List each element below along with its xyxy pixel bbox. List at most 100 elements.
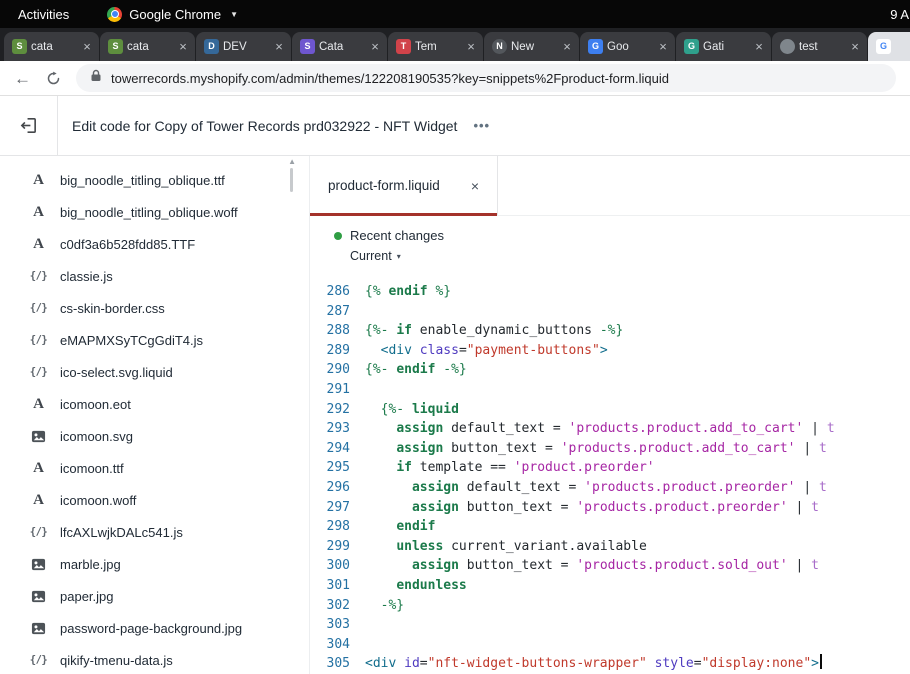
- file-item[interactable]: Aicomoon.woff: [0, 484, 309, 516]
- activities-button[interactable]: Activities: [0, 0, 87, 28]
- file-name: password-page-background.jpg: [60, 621, 242, 636]
- code-line[interactable]: 291: [310, 380, 910, 400]
- file-item[interactable]: Abig_noodle_titling_oblique.ttf: [0, 164, 309, 196]
- file-item[interactable]: {/}eMAPMXSyTCgGdiT4.js: [0, 324, 309, 356]
- code-text: if template == 'product.preorder': [350, 458, 655, 478]
- code-line[interactable]: 297 assign button_text = 'products.produ…: [310, 498, 910, 518]
- browser-tab[interactable]: GGati×: [676, 32, 771, 61]
- code-text: assign button_text = 'products.product.p…: [350, 498, 819, 518]
- tab-close-icon[interactable]: ×: [752, 39, 766, 54]
- code-line[interactable]: 292 {%- liquid: [310, 400, 910, 420]
- code-text: endif: [350, 517, 435, 537]
- system-bar: Activities Google Chrome ▼ 9 A: [0, 0, 910, 28]
- line-number: 287: [310, 302, 350, 322]
- file-item[interactable]: {/}qikify-tmenu-data.js: [0, 644, 309, 674]
- exit-code-editor-button[interactable]: [0, 96, 58, 155]
- code-line[interactable]: 299 unless current_variant.available: [310, 537, 910, 557]
- browser-tab[interactable]: Scata×: [100, 32, 195, 61]
- file-item[interactable]: Aicomoon.ttf: [0, 452, 309, 484]
- code-line[interactable]: 290{%- endif -%}: [310, 360, 910, 380]
- scroll-up-icon[interactable]: ▲: [288, 157, 296, 166]
- code-line[interactable]: 303: [310, 615, 910, 635]
- tab-close-icon[interactable]: ×: [368, 39, 382, 54]
- browser-tab[interactable]: Scata×: [4, 32, 99, 61]
- code-text: assign default_text = 'products.product.…: [350, 419, 835, 439]
- code-line[interactable]: 287: [310, 302, 910, 322]
- file-item[interactable]: password-page-background.jpg: [0, 612, 309, 644]
- address-bar[interactable]: towerrecords.myshopify.com/admin/themes/…: [76, 64, 896, 92]
- open-files-bar: product-form.liquid ×: [310, 156, 910, 216]
- reload-button[interactable]: [46, 71, 61, 86]
- file-item[interactable]: icomoon.svg: [0, 420, 309, 452]
- reload-icon: [46, 71, 61, 86]
- gatsby-favicon: G: [684, 39, 699, 54]
- file-name: marble.jpg: [60, 557, 121, 572]
- file-item[interactable]: paper.jpg: [0, 580, 309, 612]
- file-item[interactable]: {/}lfcAXLwjkDALc541.js: [0, 516, 309, 548]
- file-name: icomoon.svg: [60, 429, 133, 444]
- code-editor[interactable]: 286{% endif %}287288{%- if enable_dynami…: [310, 282, 910, 674]
- font-file-icon: A: [30, 172, 47, 189]
- file-item[interactable]: {/}classie.js: [0, 260, 309, 292]
- browser-tab[interactable]: G: [868, 32, 910, 61]
- browser-tab[interactable]: NNew×: [484, 32, 579, 61]
- code-line[interactable]: 301 endunless: [310, 576, 910, 596]
- close-tab-icon[interactable]: ×: [463, 178, 479, 194]
- file-item[interactable]: marble.jpg: [0, 548, 309, 580]
- file-name: icomoon.woff: [60, 493, 136, 508]
- code-text: assign default_text = 'products.product.…: [350, 478, 827, 498]
- file-name: big_noodle_titling_oblique.ttf: [60, 173, 225, 188]
- file-item[interactable]: Abig_noodle_titling_oblique.woff: [0, 196, 309, 228]
- caret-down-icon: ▾: [397, 252, 401, 261]
- line-number: 300: [310, 556, 350, 576]
- tab-title: test: [799, 41, 844, 53]
- code-line[interactable]: 296 assign default_text = 'products.prod…: [310, 478, 910, 498]
- code-line[interactable]: 286{% endif %}: [310, 282, 910, 302]
- code-line[interactable]: 289 <div class="payment-buttons">: [310, 341, 910, 361]
- tab-close-icon[interactable]: ×: [272, 39, 286, 54]
- back-button[interactable]: ←: [14, 70, 31, 87]
- code-text: assign button_text = 'products.product.a…: [350, 439, 827, 459]
- lock-icon: [90, 69, 102, 87]
- code-line[interactable]: 298 endif: [310, 517, 910, 537]
- tab-close-icon[interactable]: ×: [656, 39, 670, 54]
- active-app-indicator[interactable]: Google Chrome ▼: [107, 7, 238, 22]
- browser-page-favicon: N: [492, 39, 507, 54]
- tab-close-icon[interactable]: ×: [848, 39, 862, 54]
- recent-changes: Recent changes: [334, 228, 910, 243]
- tab-close-icon[interactable]: ×: [464, 39, 478, 54]
- code-line[interactable]: 293 assign default_text = 'products.prod…: [310, 419, 910, 439]
- file-name: qikify-tmenu-data.js: [60, 653, 173, 668]
- browser-toolbar: ← towerrecords.myshopify.com/admin/theme…: [0, 61, 910, 96]
- browser-tab[interactable]: test ×: [772, 32, 867, 61]
- code-line[interactable]: 294 assign button_text = 'products.produ…: [310, 439, 910, 459]
- code-line[interactable]: 295 if template == 'product.preorder': [310, 458, 910, 478]
- tab-close-icon[interactable]: ×: [560, 39, 574, 54]
- code-file-icon: {/}: [30, 334, 47, 346]
- tab-close-icon[interactable]: ×: [80, 39, 94, 54]
- file-item[interactable]: Ac0df3a6b528fdd85.TTF: [0, 228, 309, 260]
- file-tab-product-form[interactable]: product-form.liquid ×: [310, 156, 498, 215]
- code-text: {%- liquid: [350, 400, 459, 420]
- browser-tab[interactable]: SCata×: [292, 32, 387, 61]
- browser-tab[interactable]: DDEV×: [196, 32, 291, 61]
- line-number: 291: [310, 380, 350, 400]
- code-line[interactable]: 300 assign button_text = 'products.produ…: [310, 556, 910, 576]
- file-item[interactable]: {/}ico-select.svg.liquid: [0, 356, 309, 388]
- theme-favicon: T: [396, 39, 411, 54]
- version-dropdown[interactable]: Current ▾: [350, 249, 401, 263]
- code-text: [350, 380, 365, 400]
- browser-tab[interactable]: GGoo×: [580, 32, 675, 61]
- line-number: 294: [310, 439, 350, 459]
- sidebar-scrollbar-thumb[interactable]: [290, 168, 293, 192]
- code-text: [350, 635, 365, 655]
- code-line[interactable]: 302 -%}: [310, 596, 910, 616]
- code-line[interactable]: 305<div id="nft-widget-buttons-wrapper" …: [310, 654, 910, 674]
- browser-tab[interactable]: TTem×: [388, 32, 483, 61]
- file-item[interactable]: {/}cs-skin-border.css: [0, 292, 309, 324]
- code-line[interactable]: 304: [310, 635, 910, 655]
- more-actions-button[interactable]: •••: [473, 118, 490, 133]
- file-item[interactable]: Aicomoon.eot: [0, 388, 309, 420]
- code-line[interactable]: 288{%- if enable_dynamic_buttons -%}: [310, 321, 910, 341]
- tab-close-icon[interactable]: ×: [176, 39, 190, 54]
